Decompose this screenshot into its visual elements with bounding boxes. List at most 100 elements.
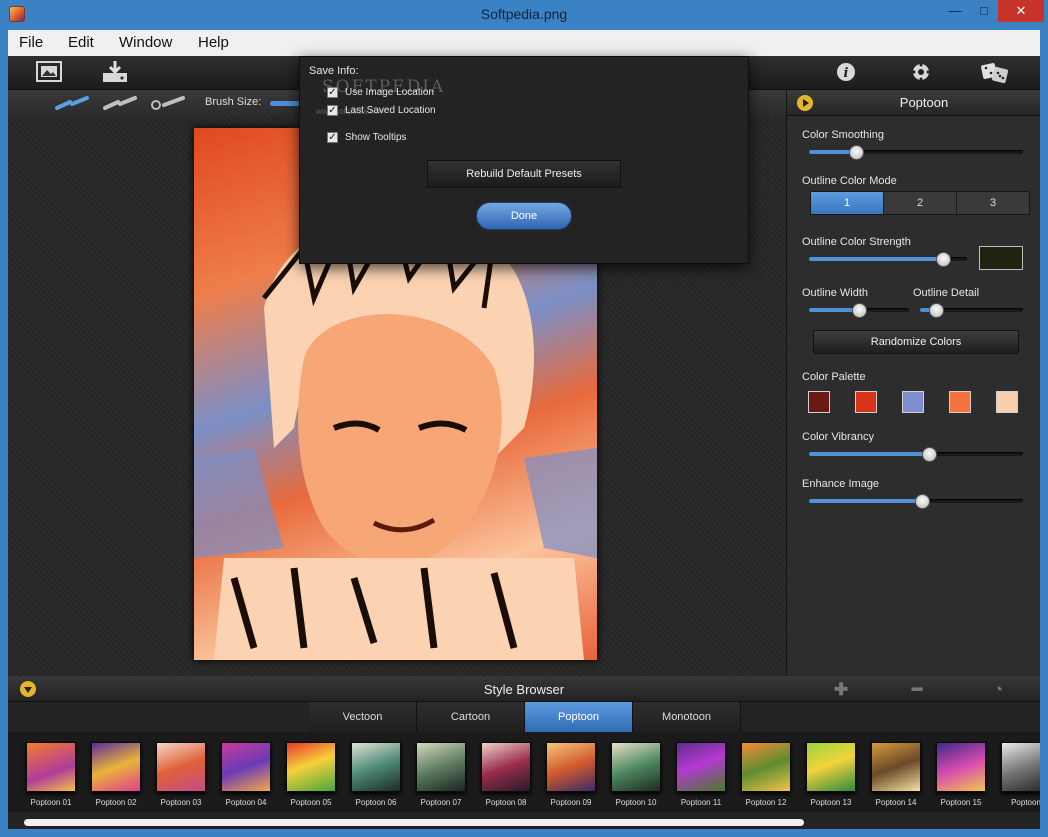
preset-thumbnail[interactable]: Poptoon [999,742,1040,808]
preset-thumbnail[interactable]: Poptoon 05 [284,742,338,808]
brush-paint-icon[interactable] [54,94,90,112]
outline-color-swatch[interactable] [979,246,1023,270]
outline-mode-option-2[interactable]: 2 [884,192,957,214]
palette-color-1[interactable] [808,391,830,413]
preset-thumbnail[interactable]: Poptoon 06 [349,742,403,808]
refresh-icon[interactable]: ◔ [993,680,1003,700]
rebuild-default-presets-button[interactable]: Rebuild Default Presets [427,160,621,188]
preset-thumbnail-image [806,742,856,792]
preset-thumbnail[interactable]: Poptoon 11 [674,742,728,808]
use-image-location-label: Use Image Location [345,87,434,98]
color-smoothing-slider[interactable] [809,145,1023,160]
save-image-icon[interactable] [100,60,130,84]
preset-thumbnail[interactable]: Poptoon 09 [544,742,598,808]
preset-thumbnail-label: Poptoon 10 [615,798,657,807]
preset-thumbnail-label: Poptoon 08 [485,798,527,807]
style-tabs: Vectoon Cartoon Poptoon Monotoon [309,702,741,732]
preset-thumbnail[interactable]: Poptoon 07 [414,742,468,808]
window-title: Softpedia.png [480,6,568,22]
brush-erase-icon[interactable] [150,94,186,112]
preset-thumbnail-label: Poptoon 11 [680,798,722,807]
menu-help[interactable]: Help [198,34,229,51]
brush-size-slider[interactable] [270,101,300,106]
remove-preset-icon[interactable]: ━ [912,680,922,700]
preset-thumbnail-image [286,742,336,792]
palette-color-2[interactable] [855,391,877,413]
style-browser-title: Style Browser [483,682,565,697]
palette-color-5[interactable] [996,391,1018,413]
menu-file[interactable]: File [19,34,43,51]
close-button[interactable]: ✕ [998,0,1044,22]
tab-poptoon[interactable]: Poptoon [525,702,633,732]
preset-thumbnail[interactable]: Poptoon 03 [154,742,208,808]
preset-thumbnail-image [481,742,531,792]
done-button[interactable]: Done [476,202,572,230]
style-browser-header: Style Browser ✚ ━ ◔ [8,676,1040,702]
outline-detail-label: Outline Detail [913,287,980,299]
panel-header: Poptoon [787,90,1040,116]
preset-thumbnail-label: Poptoon 03 [160,798,202,807]
panel-title: Poptoon [899,95,949,110]
tab-cartoon[interactable]: Cartoon [417,702,525,732]
palette-color-3[interactable] [902,391,924,413]
preset-thumbnail[interactable]: Poptoon 04 [219,742,273,808]
preset-thumbnail-label: Poptoon 09 [550,798,592,807]
outline-width-slider[interactable] [809,303,909,318]
info-icon[interactable]: i [831,60,861,84]
enhance-image-label: Enhance Image [802,478,880,490]
preset-thumbnail[interactable]: Poptoon 15 [934,742,988,808]
preset-thumbnail-strip: Poptoon 01 Poptoon 02 Poptoon 03 Poptoon 04… [8,732,1040,812]
tab-vectoon[interactable]: Vectoon [309,702,417,732]
maximize-button[interactable]: □ [970,0,998,22]
preset-thumbnail-image [936,742,986,792]
menu-edit[interactable]: Edit [68,34,94,51]
preset-thumbnail[interactable]: Poptoon 14 [869,742,923,808]
preset-thumbnail-label: Poptoon 05 [290,798,332,807]
outline-detail-slider[interactable] [920,303,1023,318]
preset-thumbnail[interactable]: Poptoon 01 [24,742,78,808]
preset-thumbnail-image [156,742,206,792]
menu-window[interactable]: Window [119,34,172,51]
palette-color-4[interactable] [949,391,971,413]
preset-thumbnail[interactable]: Poptoon 12 [739,742,793,808]
open-image-icon[interactable] [34,60,64,84]
style-browser: Style Browser ✚ ━ ◔ Vectoon Cartoon Popt… [8,676,1040,829]
preset-thumbnail-label: Poptoon 06 [355,798,397,807]
last-saved-location-checkbox[interactable]: ✓ [327,105,338,116]
preset-thumbnail[interactable]: Poptoon 10 [609,742,663,808]
preset-thumbnail-image [546,742,596,792]
brush-size-label: Brush Size: [205,96,262,108]
preset-thumbnail-label: Poptoon 15 [940,798,982,807]
outline-color-strength-slider[interactable] [809,252,967,267]
minimize-button[interactable]: — [940,0,970,22]
outline-color-mode-selector: 1 2 3 [810,191,1030,215]
outline-width-label: Outline Width [802,287,869,299]
preset-thumbnail-image [871,742,921,792]
preset-thumbnail[interactable]: Poptoon 02 [89,742,143,808]
last-saved-location-label: Last Saved Location [345,105,436,116]
tab-monotoon[interactable]: Monotoon [633,702,741,732]
menu-bar: File Edit Window Help [8,30,1040,56]
enhance-image-slider[interactable] [809,494,1023,509]
svg-text:i: i [844,66,849,81]
preset-thumbnail-label: Poptoon 01 [30,798,72,807]
color-vibrancy-slider[interactable] [809,447,1023,462]
preset-thumbnail[interactable]: Poptoon 08 [479,742,533,808]
save-info-label: Save Info: [309,65,359,77]
preset-thumbnail-label: Poptoon 12 [745,798,787,807]
randomize-dice-icon[interactable] [980,60,1010,84]
use-image-location-checkbox[interactable]: ✓ [327,87,338,98]
outline-color-strength-label: Outline Color Strength [802,236,911,248]
show-tooltips-checkbox[interactable]: ✓ [327,132,338,143]
preset-thumbnail[interactable]: Poptoon 13 [804,742,858,808]
preset-thumbnail-image [741,742,791,792]
randomize-colors-button[interactable]: Randomize Colors [813,330,1019,354]
outline-mode-option-3[interactable]: 3 [957,192,1029,214]
outline-mode-option-1[interactable]: 1 [811,192,884,214]
brush-restore-icon[interactable] [102,94,138,112]
settings-icon[interactable] [906,60,936,84]
preset-thumbnail-image [676,742,726,792]
add-preset-icon[interactable]: ✚ [834,680,848,700]
horizontal-scrollbar[interactable] [24,819,804,826]
preset-thumbnail-label: Poptoon 02 [95,798,137,807]
